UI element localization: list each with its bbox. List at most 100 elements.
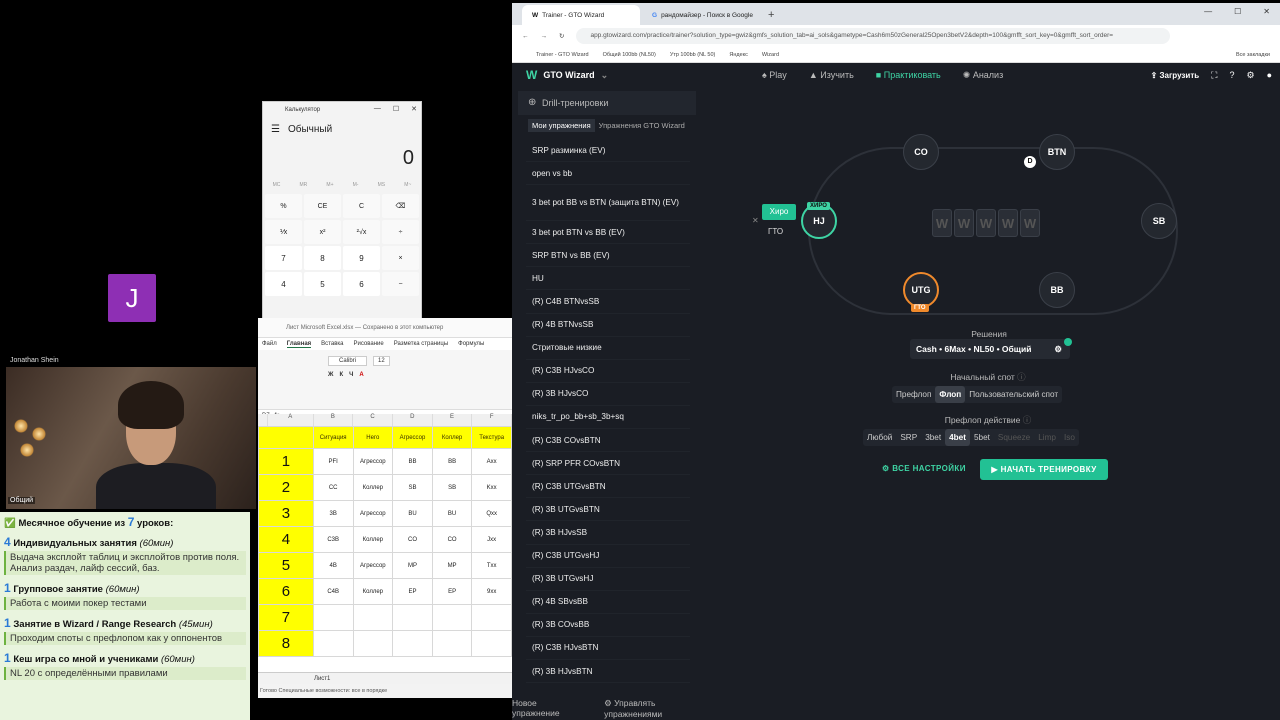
- list-item[interactable]: SRP BTN vs BB (EV): [526, 244, 690, 268]
- ribbon-tab[interactable]: Вставка: [321, 341, 343, 347]
- new-tab-button[interactable]: +: [762, 5, 774, 25]
- browser-tab[interactable]: Gрандомайзер - Поиск в Google: [642, 5, 760, 25]
- ribbon-tab[interactable]: Формулы: [458, 341, 484, 347]
- key-reciprocal[interactable]: ⅟x: [265, 220, 302, 244]
- key-8[interactable]: 8: [304, 246, 341, 270]
- key-sqrt[interactable]: ²√x: [343, 220, 380, 244]
- gear-icon[interactable]: ⚙: [1054, 339, 1062, 359]
- seat-sb[interactable]: SB: [1141, 203, 1177, 239]
- list-item[interactable]: (R) 3B HJvsBTN: [526, 660, 690, 684]
- bold-icon[interactable]: Ж: [328, 372, 333, 378]
- maximize-icon[interactable]: ☐: [393, 105, 399, 113]
- memory-button[interactable]: MR: [299, 182, 307, 188]
- nav-practice[interactable]: ■ Практиковать: [876, 70, 941, 81]
- seat-co[interactable]: CO: [903, 134, 939, 170]
- reload-icon[interactable]: ↻: [559, 32, 564, 40]
- calculator-mode[interactable]: ☰ Обычный: [263, 118, 421, 140]
- segment-4bet[interactable]: 4bet: [945, 429, 970, 446]
- manage-drills-button[interactable]: ⚙ Управлять упражнениями: [604, 698, 712, 719]
- key-5[interactable]: 5: [304, 272, 341, 296]
- list-item[interactable]: (R) 4B BTNvsSB: [526, 314, 690, 337]
- key-divide[interactable]: ÷: [382, 220, 419, 244]
- gear-icon[interactable]: ⚙: [1246, 70, 1254, 81]
- bookmark[interactable]: Общий 100bb (NL50): [603, 52, 656, 58]
- segment-any[interactable]: Любой: [863, 429, 896, 446]
- segment-squeeze[interactable]: Squeeze: [994, 429, 1034, 446]
- list-item[interactable]: 3 bet pot BTN vs BB (EV): [526, 221, 690, 245]
- close-icon[interactable]: ✕: [752, 216, 759, 225]
- list-item[interactable]: 3 bet pot BB vs BTN (защита BTN) (EV): [526, 185, 690, 222]
- fullscreen-icon[interactable]: ⛶: [1211, 70, 1217, 81]
- memory-button[interactable]: M+: [326, 182, 333, 188]
- list-item[interactable]: (R) 4B SBvsBB: [526, 591, 690, 614]
- list-item[interactable]: (R) C3B UTGvsBTN: [526, 475, 690, 499]
- list-item[interactable]: (R) C3B HJvsBTN: [526, 637, 690, 660]
- memory-button[interactable]: MS: [378, 182, 386, 188]
- memory-button[interactable]: MC: [273, 182, 281, 188]
- segment-3bet[interactable]: 3bet: [921, 429, 945, 446]
- brand-logo[interactable]: W GTO Wizard ⌄: [526, 68, 608, 82]
- list-item[interactable]: (R) 3B COvsBB: [526, 614, 690, 637]
- list-item[interactable]: Стритовые низкие: [526, 337, 690, 360]
- minimize-icon[interactable]: —: [374, 105, 381, 113]
- list-item[interactable]: (R) C3B HJvsCO: [526, 360, 690, 383]
- font-color-icon[interactable]: A: [359, 372, 363, 378]
- ribbon-tab[interactable]: Файл: [262, 341, 277, 347]
- drill-header[interactable]: Drill-тренировки: [518, 91, 696, 115]
- user-icon[interactable]: ●: [1267, 70, 1272, 80]
- upload-button[interactable]: ⇪ Загрузить: [1151, 71, 1200, 80]
- tab-gto-drills[interactable]: Упражнения GTO Wizard: [599, 119, 685, 132]
- segment-srp[interactable]: SRP: [896, 429, 921, 446]
- list-item[interactable]: (R) 3B UTGvsBTN: [526, 498, 690, 522]
- key-square[interactable]: x²: [304, 220, 341, 244]
- font-name-select[interactable]: Calibri: [328, 356, 368, 366]
- list-item[interactable]: HU: [526, 267, 690, 291]
- list-item[interactable]: niks_tr_po_bb+sb_3b+sq: [526, 406, 690, 430]
- close-icon[interactable]: ✕: [1263, 7, 1270, 16]
- url-input[interactable]: app.gtowizard.com/practice/trainer?solut…: [576, 28, 1170, 44]
- ribbon-tab[interactable]: Разметка страницы: [394, 341, 448, 347]
- bookmark[interactable]: Яндекс: [729, 52, 748, 58]
- bookmark[interactable]: Утр 100bb (NL 50): [670, 52, 716, 58]
- sheet-tab[interactable]: Лист1: [258, 672, 512, 684]
- all-settings-button[interactable]: ⚙ ВСЕ НАСТРОЙКИ: [882, 464, 966, 473]
- ribbon-tab[interactable]: Рисование: [353, 341, 383, 347]
- list-item[interactable]: SRP разминка (EV): [526, 139, 690, 163]
- list-item[interactable]: (R) 3B HJvsSB: [526, 521, 690, 545]
- segment-limp[interactable]: Limp: [1034, 429, 1060, 446]
- all-bookmarks[interactable]: Все закладки: [1236, 52, 1270, 58]
- font-size-select[interactable]: 12: [373, 356, 390, 366]
- new-drill-button[interactable]: Новое упражнение: [512, 698, 584, 718]
- list-item[interactable]: open vs bb: [526, 162, 690, 186]
- nav-play[interactable]: ♠ Play: [762, 70, 787, 81]
- forward-icon[interactable]: →: [541, 33, 548, 40]
- nav-analyze[interactable]: ✺ Анализ: [963, 70, 1003, 81]
- segment-preflop[interactable]: Префлоп: [892, 386, 935, 403]
- maximize-icon[interactable]: ☐: [1234, 7, 1241, 16]
- hero-toggle[interactable]: Хиро: [762, 204, 796, 220]
- list-item[interactable]: (R) C3B UTGvsHJ: [526, 545, 690, 568]
- list-item[interactable]: (R) SRP PFR COvsBTN: [526, 452, 690, 476]
- key-minus[interactable]: −: [382, 272, 419, 296]
- memory-button[interactable]: M~: [404, 182, 411, 188]
- menu-icon[interactable]: ☰: [271, 124, 280, 135]
- memory-button[interactable]: M-: [353, 182, 359, 188]
- key-9[interactable]: 9: [343, 246, 380, 270]
- bookmark[interactable]: Wizard: [762, 52, 779, 58]
- seat-utg[interactable]: UTG: [903, 272, 939, 308]
- tab-my-drills[interactable]: Мои упражнения: [528, 119, 595, 132]
- segment-iso[interactable]: Iso: [1060, 429, 1079, 446]
- key-backspace[interactable]: ⌫: [382, 194, 419, 218]
- minimize-icon[interactable]: —: [1204, 7, 1212, 16]
- bookmark[interactable]: Trainer - GTO Wizard: [536, 52, 589, 58]
- list-item[interactable]: (R) C3B COvsBTN: [526, 429, 690, 453]
- key-percent[interactable]: %: [265, 194, 302, 218]
- segment-custom[interactable]: Пользовательский спот: [965, 386, 1062, 403]
- browser-tab-active[interactable]: W Trainer - GTO Wizard: [522, 5, 640, 25]
- gto-toggle[interactable]: ГТО: [768, 227, 783, 236]
- back-icon[interactable]: ←: [522, 33, 529, 40]
- ribbon-tab-active[interactable]: Главная: [286, 341, 312, 348]
- list-item[interactable]: (R) C4B BTNvsSB: [526, 290, 690, 314]
- list-item[interactable]: (R) 3B HJvsCO: [526, 383, 690, 406]
- underline-icon[interactable]: Ч: [349, 372, 353, 378]
